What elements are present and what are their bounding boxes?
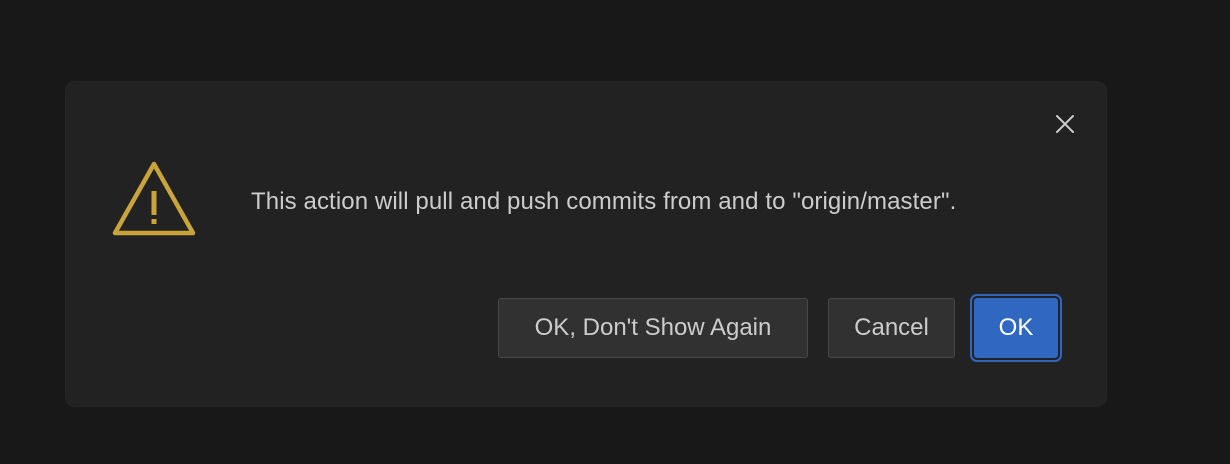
close-button[interactable] xyxy=(1049,108,1081,140)
warning-icon xyxy=(112,161,196,236)
cancel-button[interactable]: Cancel xyxy=(828,298,955,358)
confirmation-dialog: This action will pull and push commits f… xyxy=(66,82,1106,406)
dont-show-again-button[interactable]: OK, Don't Show Again xyxy=(498,298,808,358)
dialog-message: This action will pull and push commits f… xyxy=(251,188,957,215)
ok-button[interactable]: OK xyxy=(970,294,1062,362)
close-icon xyxy=(1056,115,1074,133)
